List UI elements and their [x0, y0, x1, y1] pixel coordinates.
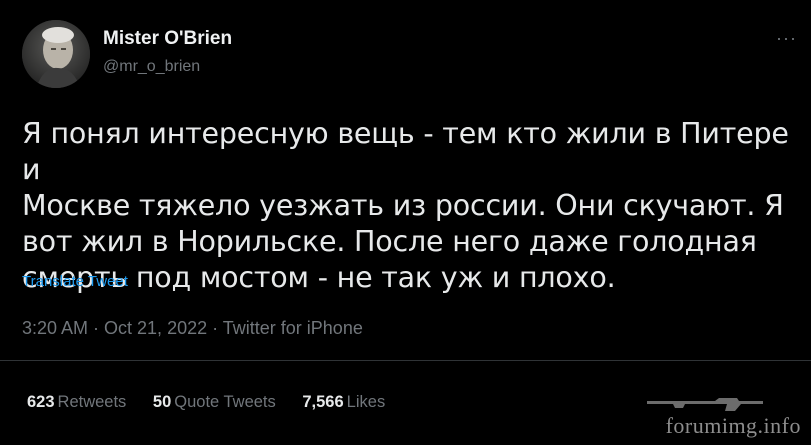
avatar[interactable] [22, 20, 90, 88]
quote-tweets-stat[interactable]: 50 Quote Tweets [153, 393, 276, 411]
divider [0, 360, 811, 361]
watermark: forumimg.info [665, 413, 801, 438]
likes-stat[interactable]: 7,566 Likes [302, 393, 385, 411]
tweet-text: Я понял интересную вещь - тем кто жили в… [22, 117, 789, 294]
author-name[interactable]: Mister O'Brien [103, 28, 232, 50]
tweet-stats: 623 Retweets 50 Quote Tweets 7,566 Likes [27, 393, 407, 412]
author-handle[interactable]: @mr_o_brien [103, 58, 200, 76]
translate-tweet-link[interactable]: Translate Tweet [22, 273, 128, 290]
more-icon[interactable]: ··· [776, 28, 797, 49]
tweet-meta: 3:20 AM · Oct 21, 2022 · Twitter for iPh… [22, 318, 363, 338]
rifle-icon [647, 398, 763, 411]
retweets-stat[interactable]: 623 Retweets [27, 393, 126, 411]
